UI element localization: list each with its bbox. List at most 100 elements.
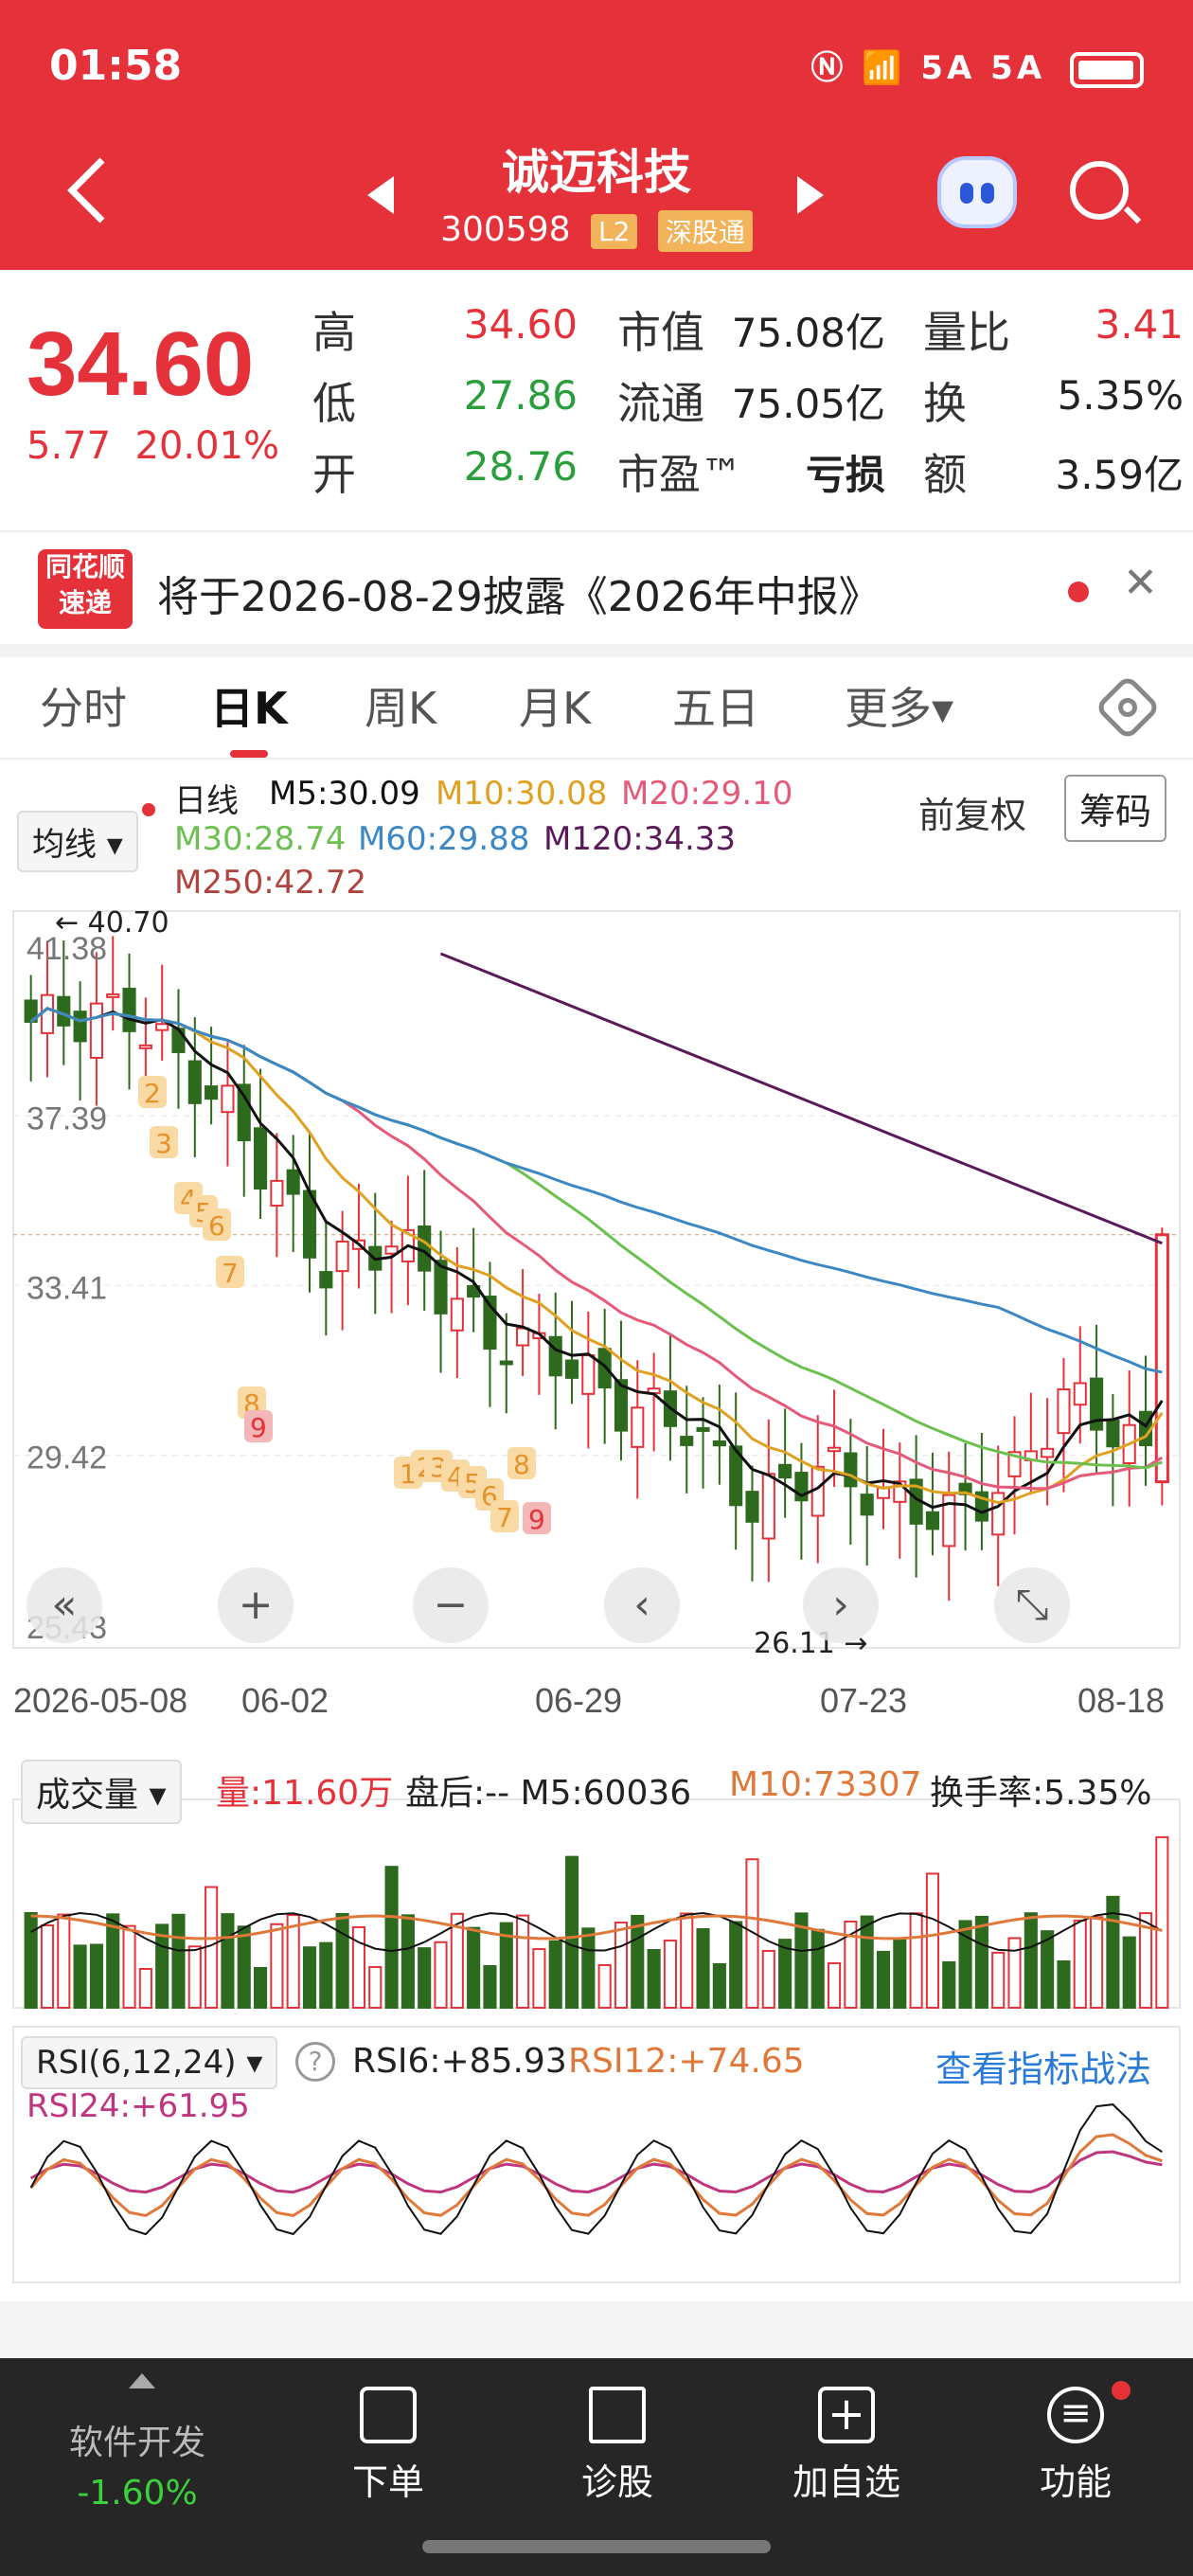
ma-daily-label: 日线	[174, 782, 239, 820]
news-text[interactable]: 将于2026-08-29披露《2026年中报》	[157, 563, 881, 623]
divider	[0, 758, 1193, 760]
x-tick-label: 06-29	[535, 1681, 622, 1720]
td-marker-label: 7	[222, 1258, 239, 1289]
volume-bar	[401, 1914, 415, 2009]
fullscreen-icon[interactable]: ⤡	[994, 1567, 1070, 1643]
nav-add-watchlist[interactable]: + 加自选	[752, 2387, 941, 2505]
zoom-in-icon-glyph: +	[239, 1581, 274, 1629]
sector-change: -1.60%	[77, 2474, 198, 2513]
volume-bar	[171, 1913, 186, 2010]
candle-body	[991, 1492, 1006, 1536]
volume-bar	[548, 1940, 562, 2010]
nav-diagnose[interactable]: 诊股	[523, 2387, 712, 2505]
volume-bar	[1122, 1936, 1136, 2009]
candle-body	[122, 987, 136, 1032]
ma120-line	[439, 952, 1163, 1245]
volume-bar	[516, 1914, 530, 2009]
volume-bar	[564, 1855, 579, 2010]
scroll-left-icon[interactable]: «	[27, 1567, 102, 1643]
level2-badge[interactable]: L2	[591, 213, 638, 249]
volume-bar	[187, 1945, 202, 2010]
help-icon[interactable]: ?	[295, 2042, 335, 2082]
fullscreen-icon-glyph: ⤡	[1015, 1581, 1048, 1629]
scroll-left-icon-glyph: «	[52, 1581, 78, 1629]
next-icon[interactable]: ›	[803, 1567, 879, 1643]
zoom-out-icon-glyph: −	[434, 1581, 469, 1629]
candle-body	[237, 1083, 251, 1142]
order-icon	[360, 2387, 417, 2443]
robot-assistant-icon[interactable]	[937, 156, 1017, 228]
high-value: 34.60	[463, 301, 578, 348]
home-indicator[interactable]	[422, 2540, 771, 2553]
low-label: 低	[312, 378, 356, 429]
volume-bar	[1155, 1835, 1169, 2009]
expand-icon[interactable]	[129, 2373, 155, 2388]
volume-bar	[647, 1949, 661, 2010]
float-label: 流通	[617, 378, 704, 429]
adjust-mode[interactable]: 前复权	[918, 786, 1026, 838]
price-change: 5.77 20.01%	[27, 424, 279, 468]
next-stock-icon[interactable]	[797, 176, 824, 214]
settings-icon[interactable]	[1094, 673, 1162, 742]
zoom-in-icon[interactable]: +	[218, 1567, 294, 1643]
ths-news-logo: 同花顺 速递	[38, 549, 133, 629]
change-percent: 20.01%	[134, 424, 280, 468]
nav-add-label: 加自选	[792, 2461, 900, 2503]
volume-bar	[942, 1960, 956, 2009]
candle-body	[581, 1354, 596, 1395]
rsi24-line	[29, 2150, 1163, 2194]
rsi24-value: RSI24:+61.95	[27, 2087, 250, 2125]
candle-body	[450, 1297, 464, 1332]
candle-body	[499, 1360, 513, 1366]
nav-functions-label: 功能	[1039, 2461, 1112, 2503]
tab-five-day[interactable]: 五日	[672, 674, 759, 737]
candle-body	[631, 1406, 645, 1448]
volume-bar	[810, 1928, 825, 2009]
volume-bar	[974, 1915, 988, 2010]
indicator-strategy-link[interactable]: 查看指标战法	[935, 2040, 1151, 2092]
candle-body	[597, 1348, 612, 1389]
volume-bar	[434, 1941, 448, 2009]
candle-body	[761, 1473, 775, 1540]
pe-label: 市盈™	[617, 451, 742, 499]
tab-monthly-k[interactable]: 月K	[519, 674, 591, 737]
tab-daily-k[interactable]: 日K	[210, 674, 288, 737]
prev-icon[interactable]: ‹	[604, 1567, 680, 1643]
menu-icon: ≡	[1047, 2387, 1104, 2443]
ma-selector[interactable]: 均线 ▾	[17, 811, 138, 872]
news-banner[interactable]: 同花顺 速递 将于2026-08-29披露《2026年中报》 ✕	[0, 530, 1193, 644]
chart-controls[interactable]: « + − ‹ › ⤡	[27, 1567, 1070, 1643]
volume-selector[interactable]: 成交量 ▾	[21, 1760, 182, 1824]
candle-body	[1073, 1382, 1087, 1406]
chips-button[interactable]: 筹码	[1064, 775, 1167, 842]
nav-order[interactable]: 下单	[294, 2387, 483, 2505]
volume-bar	[663, 1940, 677, 2010]
rsi-selector[interactable]: RSI(6,12,24) ▾	[21, 2036, 278, 2089]
after-hours-ma5: 盘后:-- M5:60036	[405, 1774, 692, 1813]
tab-intraday[interactable]: 分时	[40, 674, 127, 737]
volume-bars	[12, 1798, 1181, 2010]
volume-bar	[876, 1950, 891, 2010]
search-icon[interactable]	[1070, 161, 1129, 220]
nav-functions[interactable]: ≡ 功能	[981, 2381, 1170, 2505]
volume-bar	[253, 1966, 268, 2010]
sector-name[interactable]: 软件开发	[38, 2415, 237, 2464]
volume-ma10: M10:73307	[729, 1765, 922, 1804]
tab-more[interactable]: 更多▾	[845, 674, 953, 737]
ma20-value: M20:29.10	[621, 775, 793, 813]
volume-bar	[122, 1924, 136, 2010]
nfc-icon: Ⓝ	[810, 49, 847, 87]
candle-body	[106, 993, 120, 998]
close-icon[interactable]: ✕	[1123, 559, 1158, 607]
tab-weekly-k[interactable]: 周K	[365, 674, 436, 737]
candle-body	[155, 1023, 169, 1031]
volume-bar	[893, 1938, 907, 2010]
x-tick-label: 08-18	[1077, 1681, 1165, 1720]
volume-ma5-line	[30, 1911, 1163, 1953]
volume-bar	[761, 1949, 775, 2009]
pe-value: 亏损	[805, 452, 885, 498]
rsi6-value: RSI6:+85.93	[352, 2042, 567, 2081]
zoom-out-icon[interactable]: −	[413, 1567, 489, 1643]
candle-body	[253, 1127, 268, 1190]
volume-bar	[778, 1939, 792, 2010]
